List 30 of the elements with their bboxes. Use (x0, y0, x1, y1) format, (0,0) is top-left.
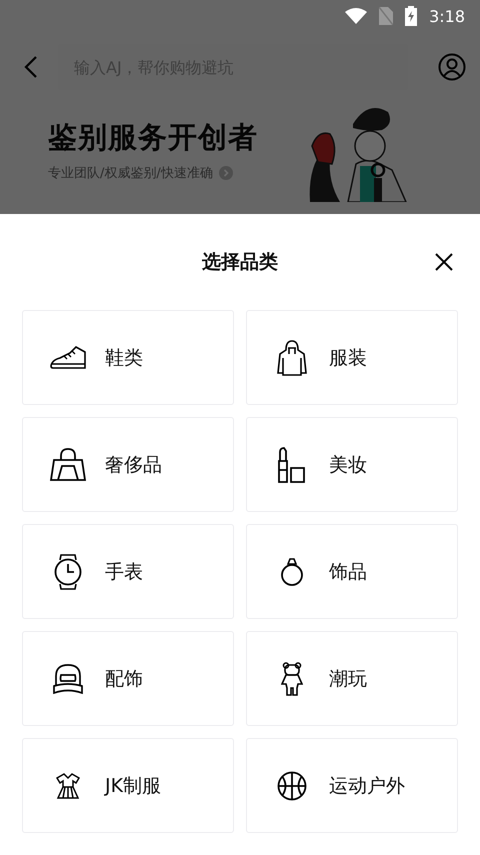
hoodie-icon (277, 340, 307, 376)
category-card[interactable]: 鞋类 (22, 310, 234, 405)
banner-subtitle: 专业团队/权威鉴别/快速准确 (48, 165, 213, 182)
category-card[interactable]: 运动户外 (246, 738, 458, 833)
wifi-icon (345, 8, 368, 24)
close-button[interactable] (434, 252, 454, 272)
back-button[interactable] (24, 55, 38, 79)
bear-toy-icon (281, 662, 303, 696)
status-time: 3:18 (429, 6, 465, 26)
category-card[interactable]: 美妆 (246, 417, 458, 512)
watch-icon (54, 554, 82, 590)
lipstick-icon (278, 446, 306, 482)
basketball-icon (277, 770, 307, 800)
category-card[interactable]: JK制服 (22, 738, 234, 833)
category-card[interactable]: 配饰 (22, 631, 234, 726)
battery-charging-icon (405, 6, 418, 26)
cap-icon (53, 664, 83, 694)
category-card[interactable]: 奢侈品 (22, 417, 234, 512)
banner-title: 鉴别服务开创者 (48, 119, 258, 156)
handbag-icon (50, 448, 86, 482)
sheet-title: 选择品类 (202, 250, 278, 275)
sneaker-icon (50, 346, 86, 370)
category-card[interactable]: 服装 (246, 310, 458, 405)
dress-icon (56, 772, 80, 798)
category-card[interactable]: 潮玩 (246, 631, 458, 726)
no-sim-icon (379, 7, 394, 25)
category-card[interactable]: 饰品 (246, 524, 458, 619)
user-icon[interactable] (438, 53, 466, 81)
category-card[interactable]: 手表 (22, 524, 234, 619)
ring-icon (280, 558, 304, 586)
